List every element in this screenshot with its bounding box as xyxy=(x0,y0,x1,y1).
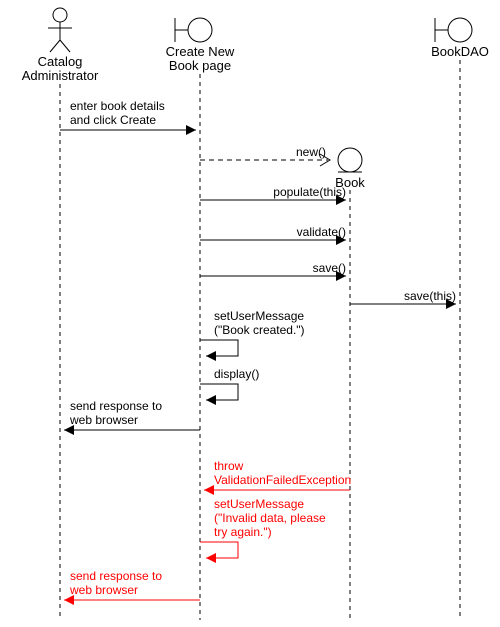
admin-label-2: Administrator xyxy=(22,68,99,83)
msg-throw-exception: throw ValidationFailedException xyxy=(204,459,351,495)
admin-label-1: Catalog xyxy=(38,54,83,69)
svg-text:web browser: web browser xyxy=(69,583,138,597)
dao-label: BookDAO xyxy=(431,44,489,59)
msg-populate: populate(this) xyxy=(200,185,346,205)
svg-text:and click Create: and click Create xyxy=(70,113,156,127)
msg-validate: validate() xyxy=(200,225,346,245)
svg-text:("Book created."): ("Book created.") xyxy=(214,323,305,337)
participant-book: Book xyxy=(335,148,365,620)
msg-setmsg-invalid: setUserMessage ("Invalid data, please tr… xyxy=(200,497,326,563)
msg-display: display() xyxy=(200,367,259,405)
svg-text:send response to: send response to xyxy=(70,569,162,583)
msg-setmsg-created: setUserMessage ("Book created.") xyxy=(200,309,305,361)
msg-new: new() xyxy=(200,145,330,166)
msg-save-dao: save(this) xyxy=(350,289,456,309)
svg-text:setUserMessage: setUserMessage xyxy=(214,309,304,323)
page-label-2: Book page xyxy=(169,58,231,73)
svg-text:throw: throw xyxy=(214,459,244,473)
svg-text:save(): save() xyxy=(313,261,346,275)
svg-text:("Invalid data, please: ("Invalid data, please xyxy=(214,511,326,525)
msg-response-1: send response to web browser xyxy=(64,399,200,435)
svg-text:ValidationFailedException: ValidationFailedException xyxy=(214,473,351,487)
svg-text:new(): new() xyxy=(296,145,326,159)
svg-text:populate(this): populate(this) xyxy=(273,185,346,199)
svg-text:setUserMessage: setUserMessage xyxy=(214,497,304,511)
svg-text:enter book details: enter book details xyxy=(70,99,165,113)
svg-text:display(): display() xyxy=(214,367,259,381)
participant-dao: BookDAO xyxy=(431,18,489,620)
svg-text:web browser: web browser xyxy=(69,413,138,427)
sequence-diagram: Catalog Administrator Create New Book pa… xyxy=(0,0,500,627)
msg-response-2: send response to web browser xyxy=(64,569,200,605)
msg-save: save() xyxy=(200,261,346,281)
svg-text:try again."): try again.") xyxy=(214,525,272,539)
msg-enter-details: enter book details and click Create xyxy=(60,99,196,135)
svg-text:send response to: send response to xyxy=(70,399,162,413)
page-label-1: Create New xyxy=(166,44,235,59)
